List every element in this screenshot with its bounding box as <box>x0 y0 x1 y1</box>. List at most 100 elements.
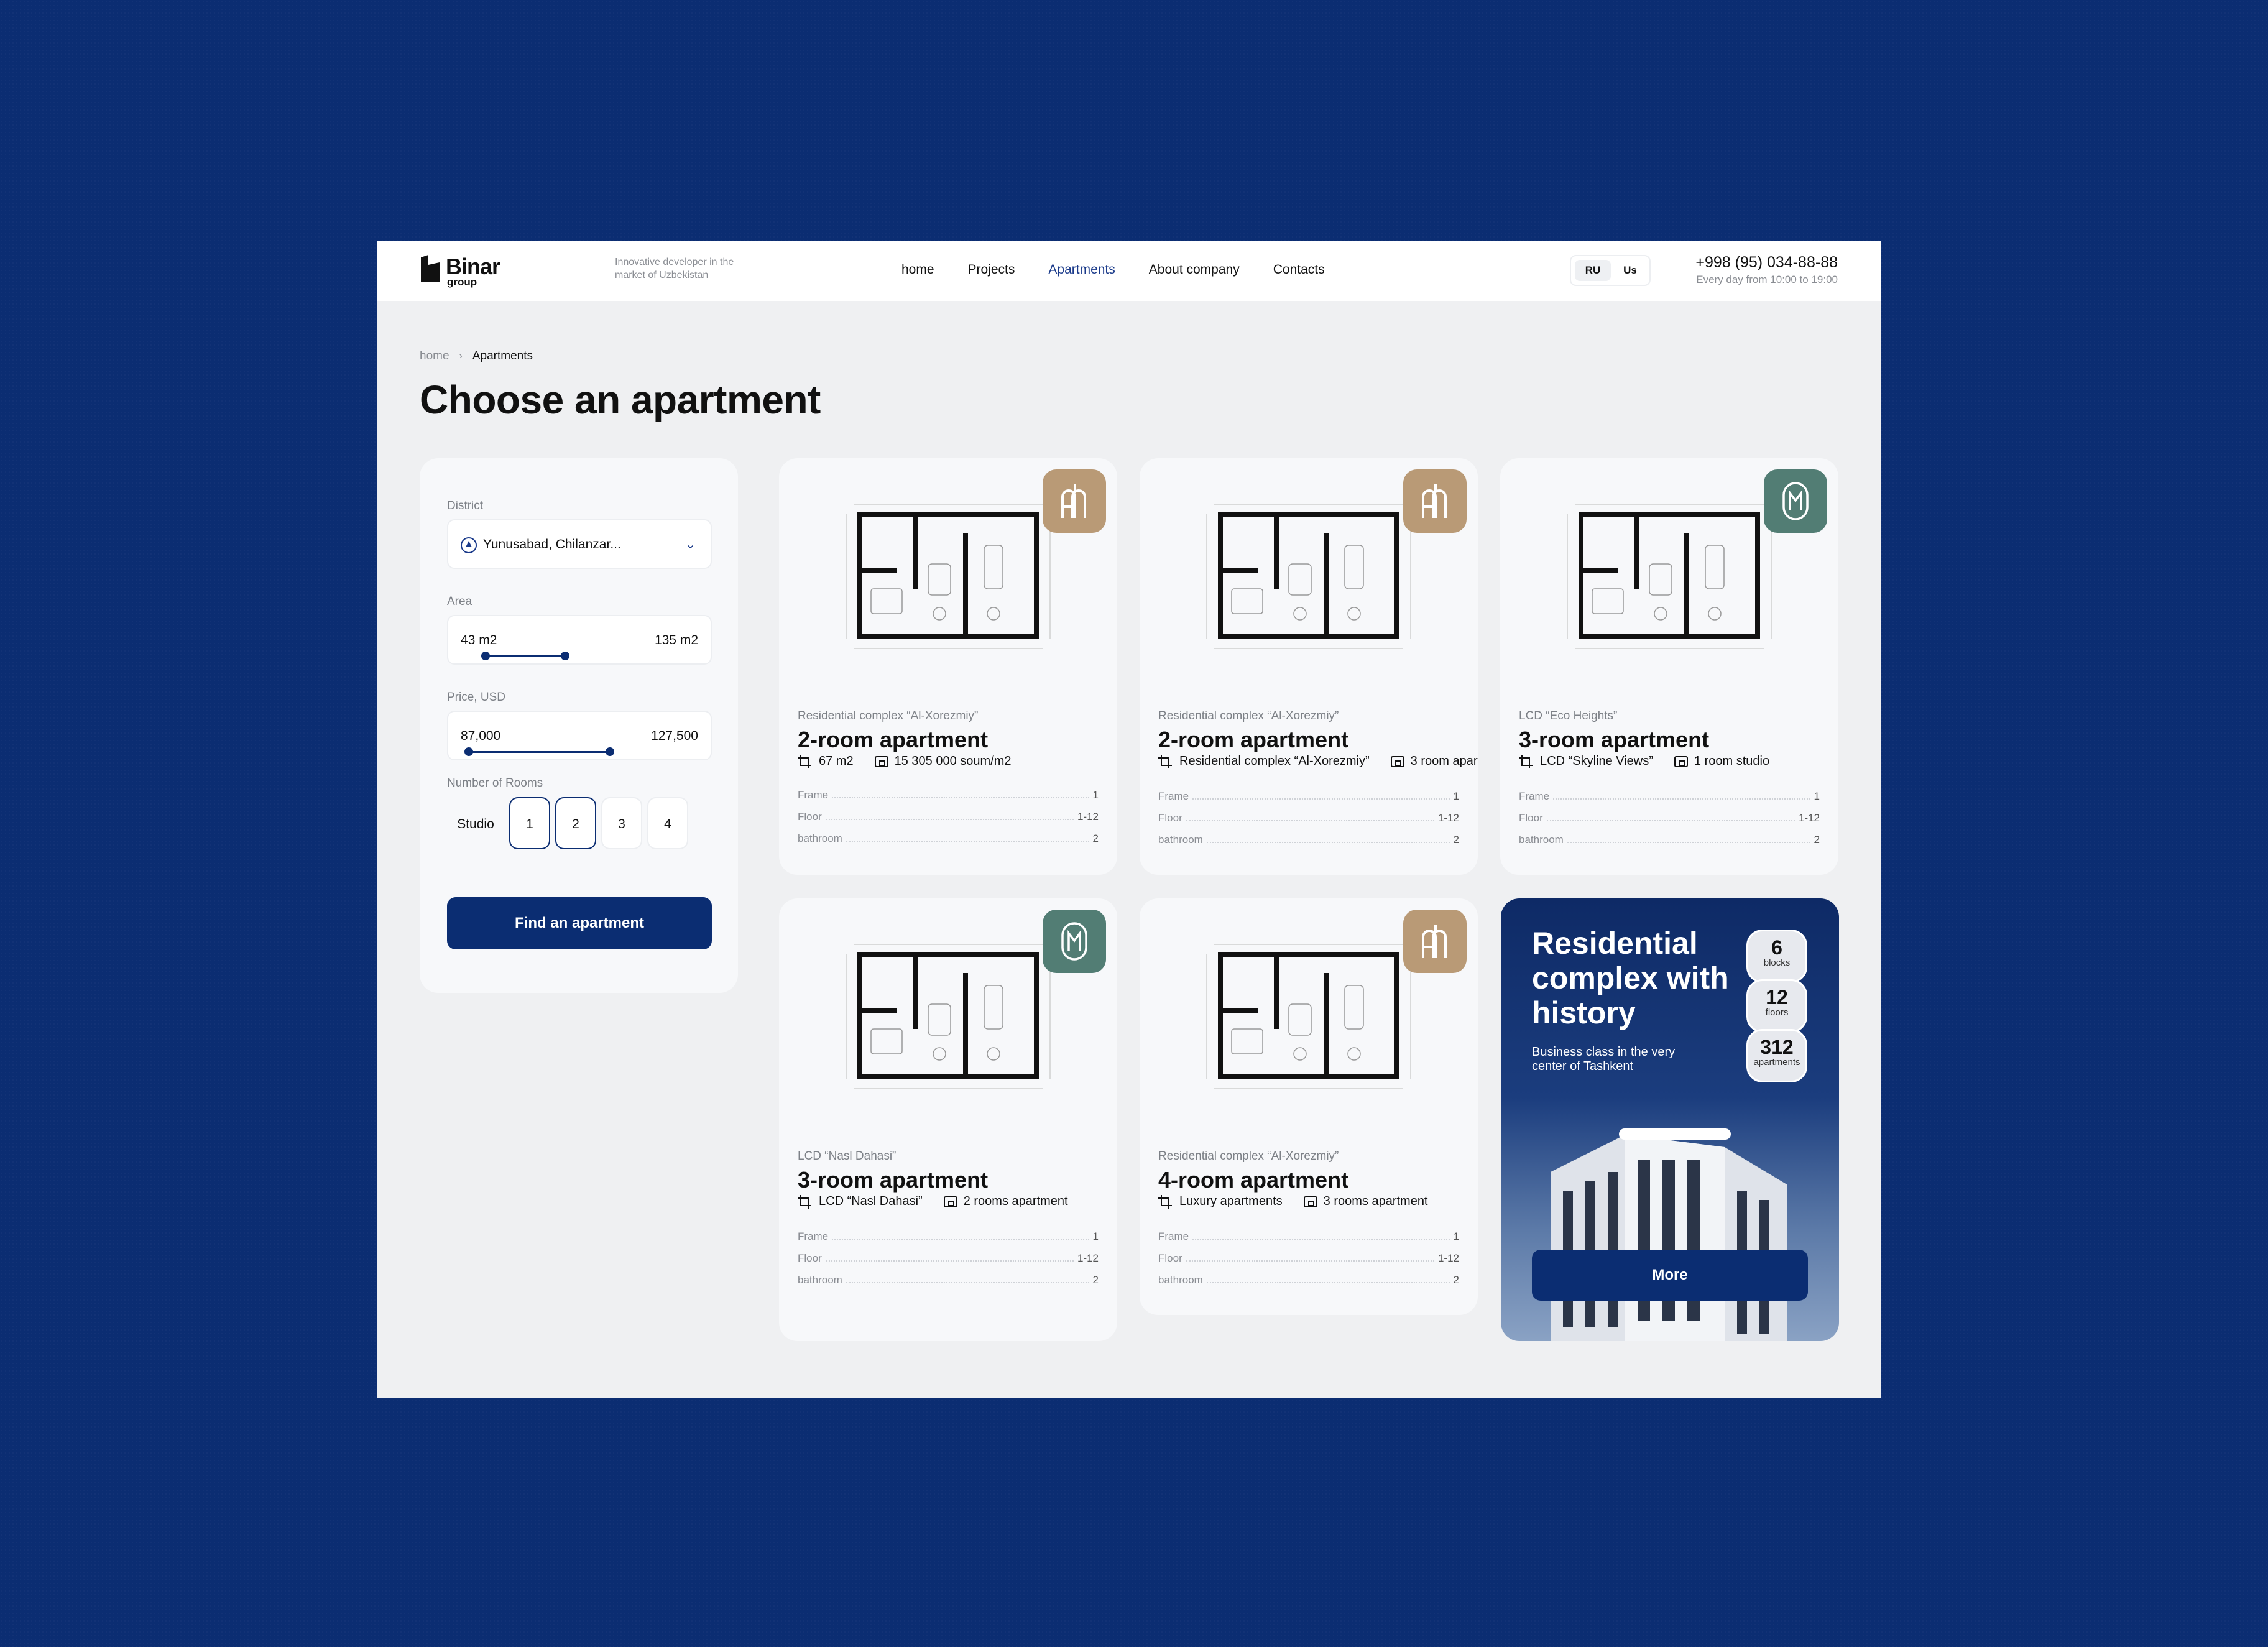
promo-card[interactable]: Residential complex with history Busines… <box>1501 898 1839 1341</box>
breadcrumb-current: Apartments <box>472 349 533 362</box>
spec-label: Frame <box>798 789 829 801</box>
nav-home[interactable]: home <box>901 262 934 277</box>
area-max[interactable]: 135 m2 <box>655 633 698 648</box>
logo[interactable]: Binar group <box>420 254 513 288</box>
price-range: 87,000 127,500 <box>447 711 712 760</box>
district-select[interactable]: Yunusabad, Chilanzar... ⌄ <box>447 519 712 569</box>
tag-rooms: 3 rooms apartment <box>1303 1194 1428 1209</box>
apartment-tags: 67 m2 15 305 000 soum/m2 <box>798 754 1117 768</box>
more-button[interactable]: More <box>1532 1250 1808 1301</box>
tag-price-text: 15 305 000 soum/m2 <box>894 754 1012 768</box>
spec-row: bathroom 2 <box>1158 834 1459 846</box>
spec-row: Floor 1-12 <box>1158 1252 1459 1265</box>
complex-name: LCD “Nasl Dahasi” <box>798 1150 897 1163</box>
location-icon <box>461 537 477 553</box>
area-icon <box>798 1194 813 1209</box>
rooms-selector: Studio 1 2 3 4 <box>447 797 693 849</box>
tag-complex-text: LCD “Nasl Dahasi” <box>819 1194 923 1208</box>
price-label: Price, USD <box>447 691 505 704</box>
spec-value: 1 <box>1092 1230 1099 1242</box>
apartment-card[interactable]: Residential complex “Al-Xorezmiy” 2-room… <box>779 458 1117 875</box>
room-option-4[interactable]: 4 <box>647 797 688 849</box>
spec-value: 1 <box>1814 790 1820 802</box>
complex-name: Residential complex “Al-Xorezmiy” <box>798 709 979 722</box>
tag-rooms: 2 rooms apartment <box>943 1194 1068 1209</box>
spec-row: Frame 1 <box>1158 1230 1459 1243</box>
area-label: Area <box>447 595 472 608</box>
spec-label: bathroom <box>1158 1274 1203 1286</box>
apartment-card[interactable]: LCD “Nasl Dahasi” 3-room apartment LCD “… <box>779 898 1117 1341</box>
nav-projects[interactable]: Projects <box>968 262 1015 277</box>
complex-name: Residential complex “Al-Xorezmiy” <box>1158 709 1339 722</box>
spec-label: bathroom <box>798 1274 842 1286</box>
spec-label: Floor <box>1519 812 1543 824</box>
stat-unit: apartments <box>1753 1057 1800 1068</box>
apartment-tags: Residential complex “Al-Xorezmiy” 3 room… <box>1158 754 1478 768</box>
area-slider[interactable] <box>462 650 697 662</box>
apartment-card[interactable]: Residential complex “Al-Xorezmiy” 2-room… <box>1140 458 1478 875</box>
nav-about-company[interactable]: About company <box>1149 262 1240 277</box>
room-option-3[interactable]: 3 <box>601 797 642 849</box>
building-image <box>1551 1128 1787 1341</box>
stat-unit: floors <box>1765 1007 1789 1018</box>
complex-logo-badge <box>1043 910 1106 973</box>
spec-label: Floor <box>1158 1252 1182 1264</box>
page-title: Choose an apartment <box>420 377 821 422</box>
complex-logo-badge <box>1403 469 1467 533</box>
area-icon <box>1519 754 1534 768</box>
apartment-title: 2-room apartment <box>798 727 989 752</box>
price-min[interactable]: 87,000 <box>461 729 500 744</box>
apartment-title: 4-room apartment <box>1158 1167 1349 1193</box>
stat-number: 6 <box>1771 936 1782 959</box>
area-slider-max-handle[interactable] <box>561 652 570 660</box>
promo-description: Business class in the very center of Tas… <box>1532 1045 1676 1073</box>
breadcrumb-home[interactable]: home <box>420 349 449 363</box>
complex-logo-icon <box>1061 922 1087 961</box>
spec-value: 2 <box>1453 834 1459 846</box>
language-switcher: RU Us <box>1570 255 1651 286</box>
spec-row: bathroom 2 <box>798 1274 1099 1286</box>
nav-contacts[interactable]: Contacts <box>1273 262 1325 277</box>
wallet-icon <box>1674 755 1688 767</box>
apartment-card[interactable]: Residential complex “Al-Xorezmiy” 4-room… <box>1140 898 1478 1315</box>
phone-number[interactable]: +998 (95) 034-88-88 <box>1695 254 1838 272</box>
room-option-studio[interactable]: Studio <box>447 797 504 849</box>
price-slider-max-handle[interactable] <box>606 747 615 756</box>
working-hours: Every day from 10:00 to 19:00 <box>1696 274 1838 285</box>
lang-ru[interactable]: RU <box>1575 260 1611 281</box>
tag-rooms-text: 3 room apartment <box>1410 754 1478 768</box>
area-slider-min-handle[interactable] <box>481 652 490 660</box>
site-header: Binar group Innovative developer in the … <box>377 241 1881 301</box>
tagline: Innovative developer in the market of Uz… <box>615 257 734 280</box>
area-icon <box>798 754 813 768</box>
floor-plan-image <box>841 496 1055 657</box>
tag-class-text: Luxury apartments <box>1179 1194 1283 1208</box>
chevron-right-icon: › <box>459 351 463 361</box>
apartment-tags: LCD “Nasl Dahasi” 2 rooms apartment <box>798 1194 1117 1209</box>
stat-unit: blocks <box>1763 957 1791 968</box>
spec-value: 2 <box>1092 1274 1099 1286</box>
apartment-tags: LCD “Skyline Views” 1 room studio <box>1519 754 1838 768</box>
price-max[interactable]: 127,500 <box>651 729 698 744</box>
promo-title: Residential complex with history <box>1532 926 1729 1030</box>
tag-price: 15 305 000 soum/m2 <box>874 754 1012 768</box>
price-slider[interactable] <box>462 745 697 758</box>
find-apartment-button[interactable]: Find an apartment <box>447 897 712 949</box>
price-slider-min-handle[interactable] <box>464 747 474 756</box>
nav-apartments[interactable]: Apartments <box>1048 262 1115 277</box>
tag-complex: LCD “Skyline Views” <box>1519 754 1653 768</box>
contact-phone: +998 (95) 034-88-88 Every day from 10:00… <box>1695 254 1838 286</box>
room-option-1[interactable]: 1 <box>509 797 550 849</box>
spec-row: bathroom 2 <box>1519 834 1820 846</box>
complex-logo-badge <box>1043 469 1106 533</box>
stat-number: 12 <box>1766 986 1788 1008</box>
complex-logo-icon <box>1422 925 1447 958</box>
area-min[interactable]: 43 m2 <box>461 633 497 648</box>
complex-logo-icon <box>1422 484 1447 518</box>
room-option-2[interactable]: 2 <box>555 797 596 849</box>
apartment-title: 3-room apartment <box>798 1167 989 1193</box>
apartment-card[interactable]: LCD “Eco Heights” 3-room apartment LCD “… <box>1500 458 1838 875</box>
spec-value: 1-12 <box>1798 812 1820 824</box>
lang-us[interactable]: Us <box>1613 260 1647 281</box>
tag-area-text: 67 m2 <box>819 754 854 768</box>
